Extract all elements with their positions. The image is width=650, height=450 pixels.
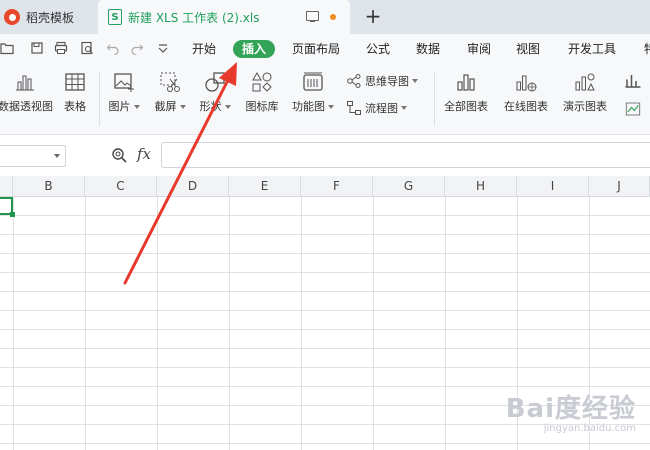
menu-page-layout[interactable]: 页面布局 xyxy=(292,40,340,58)
shape-label: 形状 xyxy=(199,100,222,113)
flowchart-icon xyxy=(347,101,361,115)
menu-view[interactable]: 视图 xyxy=(516,40,540,58)
online-chart-icon xyxy=(516,75,537,92)
column-header-h[interactable]: H xyxy=(445,176,517,196)
tab-daoke-label: 稻壳模板 xyxy=(26,10,75,25)
chevron-down-icon xyxy=(412,79,418,83)
pivot-chart-icon xyxy=(16,75,34,91)
column-header-e[interactable]: E xyxy=(229,176,301,196)
tab-daoke-templates[interactable]: 稻壳模板 xyxy=(0,0,96,34)
column-chart-dropdown[interactable] xyxy=(618,72,648,93)
zoom-icon[interactable] xyxy=(111,147,127,163)
save-icon[interactable] xyxy=(30,41,44,55)
screenshot-label: 截屏 xyxy=(154,100,177,113)
print-icon[interactable] xyxy=(54,41,68,55)
chevron-down-icon xyxy=(179,105,186,109)
pivot-chart-button[interactable]: 数据透视图 xyxy=(0,70,53,114)
chevron-down-icon xyxy=(224,105,231,109)
table-button[interactable]: 表格 xyxy=(58,70,92,114)
folder-icon[interactable] xyxy=(0,41,14,55)
column-header-a-partial[interactable] xyxy=(0,176,13,196)
name-box[interactable] xyxy=(0,145,66,167)
table-icon xyxy=(65,73,85,91)
mind-map-icon xyxy=(347,74,361,88)
tab-workbook-file[interactable]: S 新建 XLS 工作表 (2).xls xyxy=(98,0,350,34)
fx-label[interactable]: fx xyxy=(137,145,151,163)
selected-cell[interactable] xyxy=(0,197,15,217)
picture-label: 图片 xyxy=(108,100,131,113)
tab-bar: 稻壳模板 S 新建 XLS 工作表 (2).xls + xyxy=(0,0,650,34)
print-preview-icon[interactable] xyxy=(80,41,94,55)
column-header-g[interactable]: G xyxy=(373,176,445,196)
redo-icon[interactable] xyxy=(130,41,144,56)
online-charts-label: 在线图表 xyxy=(504,100,548,113)
icon-library-icon xyxy=(252,71,272,92)
table-label: 表格 xyxy=(64,100,86,113)
all-charts-button[interactable]: 全部图表 xyxy=(440,70,492,114)
all-charts-label: 全部图表 xyxy=(444,100,488,113)
menu-developer[interactable]: 开发工具 xyxy=(568,40,616,58)
menu-data[interactable]: 数据 xyxy=(416,40,440,58)
shape-icon xyxy=(205,72,225,92)
new-tab-button[interactable]: + xyxy=(363,5,383,27)
baidu-jingyan-watermark: Bai度经验 jingyan.baidu.com xyxy=(506,388,636,434)
scissors-icon xyxy=(160,72,180,92)
column-header-i[interactable]: I xyxy=(517,176,589,196)
chevron-down-icon xyxy=(328,105,334,109)
function-chart-button[interactable]: 功能图 xyxy=(289,70,337,114)
column-header-b[interactable]: B xyxy=(13,176,85,196)
spreadsheet-file-icon: S xyxy=(108,9,122,25)
column-header-c[interactable]: C xyxy=(85,176,157,196)
line-chart-dropdown[interactable] xyxy=(618,100,648,121)
ribbon-separator xyxy=(99,72,100,126)
chevron-down-icon xyxy=(54,154,60,158)
menu-formulas[interactable]: 公式 xyxy=(366,40,390,58)
picture-icon xyxy=(114,73,134,92)
column-header-d[interactable]: D xyxy=(157,176,229,196)
menu-home[interactable]: 开始 xyxy=(192,40,216,58)
icon-library-label: 图标库 xyxy=(245,100,279,113)
unsaved-dot-icon xyxy=(330,14,336,20)
column-header-row: B C D E F G H I J xyxy=(0,176,650,197)
menu-insert[interactable]: 插入 xyxy=(233,40,276,58)
screenshot-button[interactable]: 截屏 xyxy=(150,70,190,114)
column-header-j[interactable]: J xyxy=(589,176,650,196)
column-header-f[interactable]: F xyxy=(301,176,373,196)
online-charts-button[interactable]: 在线图表 xyxy=(500,70,552,114)
ribbon-separator xyxy=(434,72,435,126)
demo-chart-icon xyxy=(575,73,595,91)
function-chart-label: 功能图 xyxy=(292,100,325,113)
picture-button[interactable]: 图片 xyxy=(106,70,142,114)
pivot-chart-label: 数据透视图 xyxy=(0,100,53,113)
undo-icon[interactable] xyxy=(106,41,120,56)
line-chart-icon xyxy=(625,102,641,116)
formula-input[interactable] xyxy=(161,142,650,168)
formula-bar: fx xyxy=(0,138,650,172)
shape-button[interactable]: 形状 xyxy=(196,70,234,114)
mind-map-button[interactable]: 思维导图 xyxy=(346,73,418,89)
icon-library-button[interactable]: 图标库 xyxy=(242,70,282,114)
chevron-down-icon xyxy=(133,105,140,109)
demo-charts-label: 演示图表 xyxy=(563,100,607,113)
function-chart-icon xyxy=(303,72,323,91)
tab-file-label: 新建 XLS 工作表 (2).xls xyxy=(128,10,260,25)
menu-review[interactable]: 审阅 xyxy=(467,40,491,58)
chevron-down-icon xyxy=(401,106,407,110)
menu-special-truncated[interactable]: 特 xyxy=(644,40,650,58)
demo-charts-button[interactable]: 演示图表 xyxy=(558,70,612,114)
watermark-main: Bai度经验 xyxy=(505,394,636,424)
insert-ribbon: 数据透视图 表格 图片 截屏 形状 图标库 功能图 思维导图 流程图 全部图表 … xyxy=(0,64,650,135)
menu-bar: 开始 插入 页面布局 公式 数据 审阅 视图 开发工具 特 xyxy=(0,34,650,64)
quick-access-dropdown-icon[interactable] xyxy=(156,41,170,55)
flowchart-label: 流程图 xyxy=(365,102,398,115)
mind-map-label: 思维导图 xyxy=(365,75,409,88)
flowchart-button[interactable]: 流程图 xyxy=(346,100,407,116)
window-mode-icon[interactable] xyxy=(306,11,319,23)
daoke-logo-icon xyxy=(4,9,20,25)
column-chart-icon xyxy=(625,75,641,88)
bar-chart-icon xyxy=(457,74,475,91)
